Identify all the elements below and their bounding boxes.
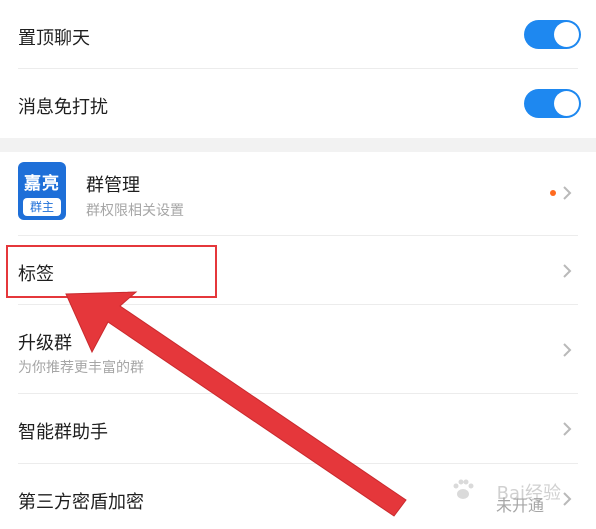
watermark-text: Bai经验 (496, 483, 561, 504)
third-party-label: 第三方密盾加密 (18, 492, 144, 513)
group-manage-subtitle: 群权限相关设置 (86, 203, 184, 219)
notification-dot (550, 190, 556, 196)
section-separator (0, 138, 596, 152)
chevron-right-icon (563, 343, 572, 357)
pin-chat-label: 置顶聊天 (18, 28, 90, 49)
chevron-right-icon (563, 264, 572, 278)
avatar-name: 嘉亮 (24, 174, 60, 194)
row-upgrade-group[interactable] (0, 305, 596, 393)
do-not-disturb-toggle[interactable] (524, 89, 581, 118)
owner-badge: 群主 (23, 198, 61, 216)
upgrade-group-subtitle: 为你推荐更丰富的群 (18, 360, 144, 376)
do-not-disturb-label: 消息免打扰 (18, 97, 108, 118)
paw-icon (453, 479, 474, 499)
upgrade-group-label: 升级群 (18, 333, 72, 354)
group-manage-title: 群管理 (86, 175, 140, 196)
pin-chat-toggle[interactable] (524, 20, 581, 49)
chevron-right-icon (563, 492, 572, 506)
chevron-right-icon (563, 422, 572, 436)
toggle-knob (554, 22, 579, 47)
toggle-knob (554, 91, 579, 116)
chevron-right-icon (563, 186, 572, 200)
row-do-not-disturb[interactable]: 消息免打扰 (0, 69, 596, 138)
highlight-box (6, 245, 217, 298)
group-avatar: 嘉亮 群主 (18, 162, 66, 220)
smart-assistant-label: 智能群助手 (18, 422, 108, 443)
row-pin-chat[interactable]: 置顶聊天 (0, 0, 596, 68)
